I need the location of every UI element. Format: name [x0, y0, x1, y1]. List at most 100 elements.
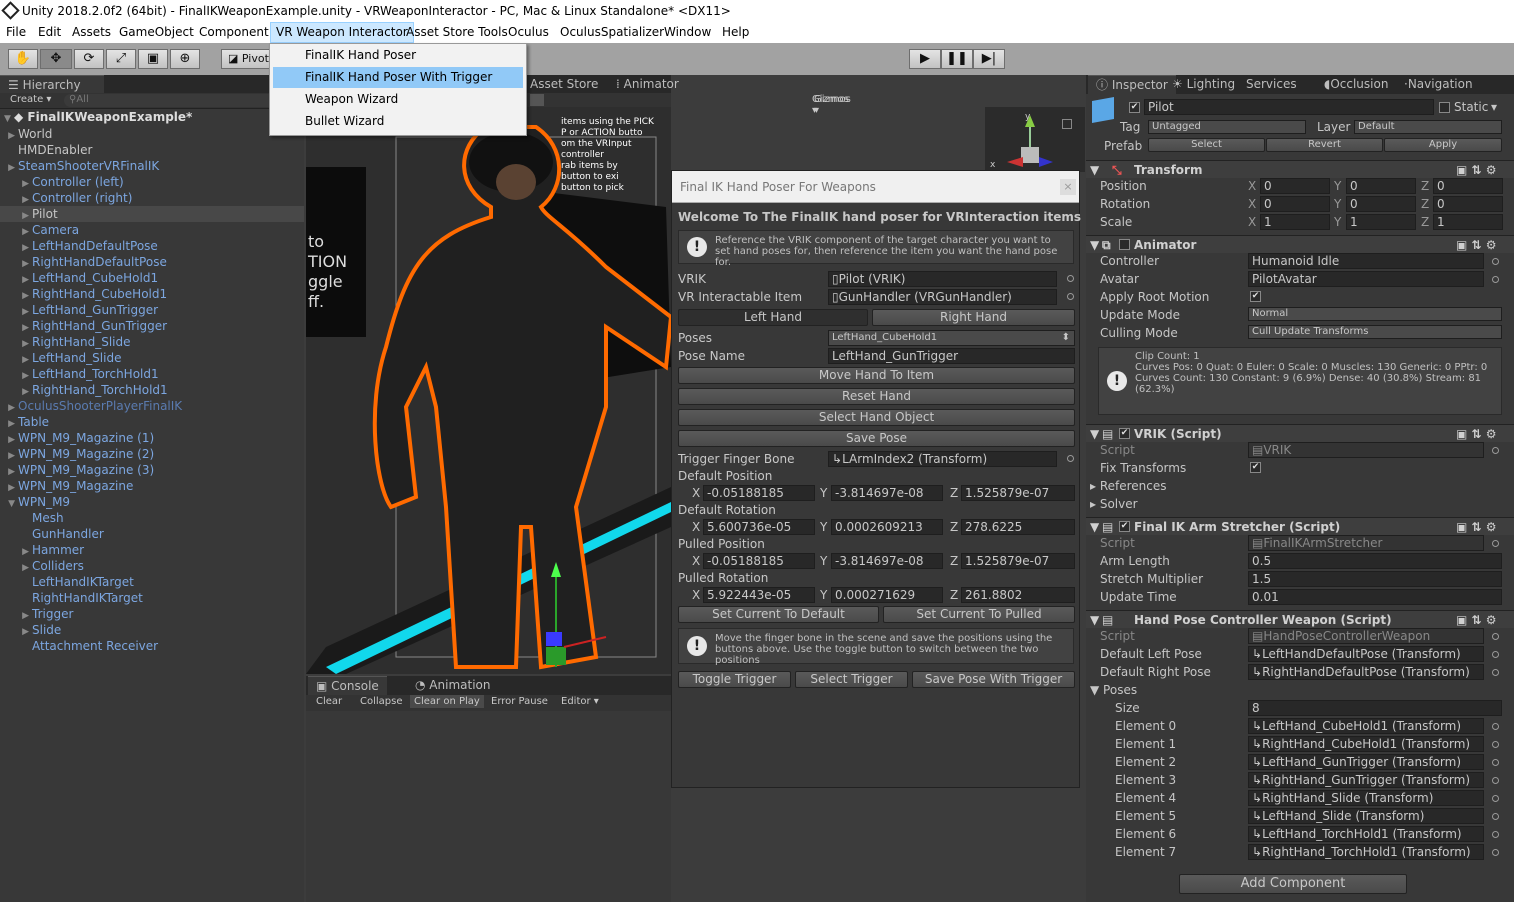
hierarchy-item[interactable]: ▶ Slide [0, 622, 304, 638]
transform-x-input[interactable]: 0 [1260, 196, 1330, 212]
hand-tool-icon[interactable]: ✋ [8, 49, 38, 69]
menu-vr-weapon-interactor[interactable]: VR Weapon Interactor [270, 22, 414, 43]
vr-item-field[interactable]: ▯GunHandler (VRGunHandler) [828, 289, 1057, 305]
hierarchy-item[interactable]: ▶ WPN_M9_Magazine [0, 478, 304, 494]
object-picker-icon[interactable] [1492, 633, 1499, 640]
animator-dropdown[interactable]: Cull Update Transforms [1248, 325, 1502, 339]
tab-occlusion[interactable]: ◖Occlusion [1316, 75, 1396, 94]
pose-element-field[interactable]: ↳LeftHand_CubeHold1 (Transform) [1248, 718, 1484, 734]
tag-dropdown[interactable]: Untagged [1148, 120, 1306, 134]
hierarchy-item[interactable]: ▼ WPN_M9 [0, 494, 304, 510]
transform-z-input[interactable]: 0 [1433, 196, 1503, 212]
select-hand-object-button[interactable]: Select Hand Object [678, 409, 1075, 426]
hierarchy-item[interactable]: ▶ LeftHand_GunTrigger [0, 302, 304, 318]
transform-tool-icon[interactable]: ⊕ [170, 49, 200, 69]
hierarchy-item[interactable]: ▶ Pilot [0, 206, 304, 222]
reset-hand-button[interactable]: Reset Hand [678, 388, 1075, 405]
component-icons[interactable]: ▣ ⇅ ⚙ [1456, 518, 1497, 536]
scene-view[interactable]: items using the PICK P or ACTION butto o… [306, 107, 671, 674]
menu-gameobject[interactable]: GameObject [114, 22, 199, 43]
object-picker-icon[interactable] [1492, 813, 1499, 820]
menu-component[interactable]: Component [194, 22, 274, 43]
create-button[interactable]: Create ▾ [10, 94, 51, 105]
pose-element-field[interactable]: ↳RightHand_TorchHold1 (Transform) [1248, 844, 1484, 860]
axis-gizmo-icon[interactable]: y x [985, 107, 1085, 172]
default-left-pose-field[interactable]: ↳LeftHandDefaultPose (Transform) [1248, 646, 1484, 662]
static-dropdown-icon[interactable]: ▾ [1491, 100, 1497, 114]
hierarchy-item[interactable]: GunHandler [0, 526, 304, 542]
menu-finalik-hand-poser[interactable]: FinalIK Hand Poser [273, 45, 523, 66]
hierarchy-item[interactable]: HMDEnabler [0, 142, 304, 158]
set-current-to-default-button[interactable]: Set Current To Default [678, 606, 879, 623]
pose-element-field[interactable]: ↳RightHand_CubeHold1 (Transform) [1248, 736, 1484, 752]
vector-z-input[interactable]: 1.525879e-07 [961, 553, 1075, 569]
vector-x-input[interactable]: -0.05188185 [703, 485, 815, 501]
stretcher-value-input[interactable]: 0.5 [1248, 553, 1502, 569]
transform-z-input[interactable]: 0 [1433, 178, 1503, 194]
hierarchy-item[interactable]: ▶ RightHand_Slide [0, 334, 304, 350]
select-trigger-button[interactable]: Select Trigger [795, 671, 908, 688]
object-picker-icon[interactable] [1067, 293, 1074, 300]
hierarchy-item[interactable]: ▶ WPN_M9_Magazine (3) [0, 462, 304, 478]
hierarchy-item[interactable]: ▶ RightHandDefaultPose [0, 254, 304, 270]
pose-element-field[interactable]: ↳LeftHand_GunTrigger (Transform) [1248, 754, 1484, 770]
hierarchy-item[interactable]: ▶ SteamShooterVRFinalIK [0, 158, 304, 174]
add-component-button[interactable]: Add Component [1179, 874, 1407, 894]
gizmos-dropdown[interactable]: Gizmos ▾ [812, 94, 849, 116]
prefab-revert-button[interactable]: Revert [1266, 138, 1383, 152]
left-hand-toggle[interactable]: Left Hand [678, 309, 868, 326]
rotate-tool-icon[interactable]: ⟳ [74, 49, 104, 69]
hierarchy-item[interactable]: ▶ LeftHand_Slide [0, 350, 304, 366]
object-picker-icon[interactable] [1067, 455, 1074, 462]
toggle-trigger-button[interactable]: Toggle Trigger [678, 671, 791, 688]
hierarchy-item[interactable]: ▶ LeftHandDefaultPose [0, 238, 304, 254]
hierarchy-item[interactable]: ▶ RightHand_GunTrigger [0, 318, 304, 334]
transform-y-input[interactable]: 0 [1346, 178, 1416, 194]
hierarchy-item[interactable]: ▶ Trigger [0, 606, 304, 622]
rect-tool-icon[interactable]: ▣ [138, 49, 168, 69]
pause-icon[interactable]: ❚❚ [941, 49, 973, 69]
hand-pose-controller-header[interactable]: ▼ ▤ Hand Pose Controller Weapon (Script) ▣ … [1086, 610, 1514, 628]
tab-inspector[interactable]: ⓘ Inspector [1088, 75, 1176, 94]
hierarchy-item[interactable]: RightHandIKTarget [0, 590, 304, 606]
hierarchy-search-input[interactable]: ⚲All [64, 94, 300, 107]
vector-x-input[interactable]: 5.922443e-05 [703, 587, 815, 603]
transform-y-input[interactable]: 1 [1346, 214, 1416, 230]
right-hand-toggle[interactable]: Right Hand [872, 309, 1075, 326]
hierarchy-item[interactable]: ▶ Camera [0, 222, 304, 238]
menu-window[interactable]: Window [659, 22, 716, 43]
prefab-apply-button[interactable]: Apply [1384, 138, 1502, 152]
default-right-pose-field[interactable]: ↳RightHandDefaultPose (Transform) [1248, 664, 1484, 680]
stretcher-enabled-checkbox[interactable]: ✔ [1119, 521, 1130, 532]
poses-foldout[interactable]: ▼ Poses [1090, 683, 1137, 697]
tab-services[interactable]: Services [1238, 75, 1305, 94]
pose-element-field[interactable]: ↳LeftHand_TorchHold1 (Transform) [1248, 826, 1484, 842]
hierarchy-item[interactable]: ▶ LeftHand_CubeHold1 [0, 270, 304, 286]
object-picker-icon[interactable] [1492, 759, 1499, 766]
references-foldout[interactable]: ▸ References [1090, 479, 1167, 493]
vrik-enabled-checkbox[interactable]: ✔ [1119, 428, 1130, 439]
vrik-field[interactable]: ▯Pilot (VRIK) [828, 271, 1057, 287]
tab-animator[interactable]: ⁞ Animator [608, 75, 687, 94]
vector-z-input[interactable]: 1.525879e-07 [961, 485, 1075, 501]
hierarchy-item[interactable]: ▶ WPN_M9_Magazine (2) [0, 446, 304, 462]
tab-hierarchy[interactable]: ☰ Hierarchy [0, 75, 104, 94]
pose-element-field[interactable]: ↳LeftHand_Slide (Transform) [1248, 808, 1484, 824]
hierarchy-item[interactable]: ▶ Colliders [0, 558, 304, 574]
object-picker-icon[interactable] [1492, 258, 1499, 265]
object-picker-icon[interactable] [1492, 741, 1499, 748]
save-pose-with-trigger-button[interactable]: Save Pose With Trigger [912, 671, 1075, 688]
apply-root-motion-checkbox[interactable]: ✔ [1250, 291, 1261, 302]
component-icons[interactable]: ▣ ⇅ ⚙ [1456, 425, 1497, 443]
object-picker-icon[interactable] [1492, 795, 1499, 802]
menu-asset-store-tools[interactable]: Asset Store Tools [401, 22, 513, 43]
menu-edit[interactable]: Edit [33, 22, 66, 43]
transform-z-input[interactable]: 1 [1433, 214, 1503, 230]
transform-y-input[interactable]: 0 [1346, 196, 1416, 212]
stretcher-value-input[interactable]: 0.01 [1248, 589, 1502, 605]
component-icons[interactable]: ▣ ⇅ ⚙ [1456, 611, 1497, 629]
arm-stretcher-header[interactable]: ▼ ▤ ✔ Final IK Arm Stretcher (Script) ▣ ⇅ ⚙ [1086, 517, 1514, 535]
object-picker-icon[interactable] [1492, 447, 1499, 454]
solver-foldout[interactable]: ▸ Solver [1090, 497, 1138, 511]
transform-header[interactable]: ▼ ⤡ Transform ▣ ⇅ ⚙ [1086, 160, 1514, 178]
